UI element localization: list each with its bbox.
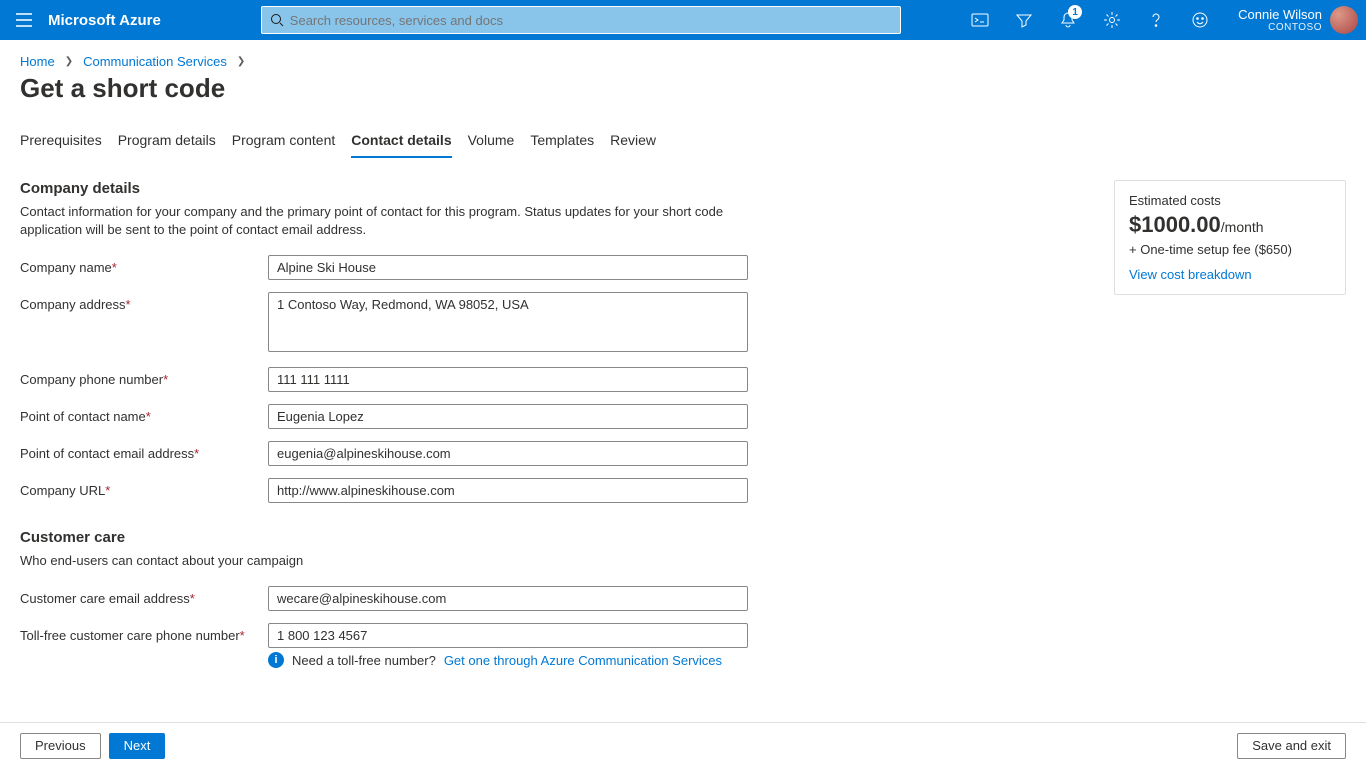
tab-prerequisites[interactable]: Prerequisites <box>20 122 102 158</box>
previous-button[interactable]: Previous <box>20 733 101 759</box>
notifications-button[interactable]: 1 <box>1046 0 1090 40</box>
care-phone-label: Toll-free customer care phone number* <box>20 623 268 643</box>
gear-icon <box>1103 11 1121 29</box>
tab-volume[interactable]: Volume <box>468 122 515 158</box>
company-name-input[interactable] <box>268 255 748 280</box>
breadcrumb-service[interactable]: Communication Services <box>83 54 227 69</box>
search-icon <box>270 13 284 27</box>
directory-filter-button[interactable] <box>1002 0 1046 40</box>
cloud-shell-icon <box>971 12 989 28</box>
avatar <box>1330 6 1358 34</box>
care-phone-input[interactable] <box>268 623 748 648</box>
hamburger-icon <box>16 13 32 27</box>
tab-review[interactable]: Review <box>610 122 656 158</box>
company-url-label: Company URL* <box>20 478 268 498</box>
company-name-label: Company name* <box>20 255 268 275</box>
cost-title: Estimated costs <box>1129 193 1331 208</box>
tab-templates[interactable]: Templates <box>530 122 594 158</box>
chevron-right-icon: ❯ <box>65 56 73 67</box>
tab-program-content[interactable]: Program content <box>232 122 336 158</box>
filter-icon <box>1015 12 1033 28</box>
company-phone-input[interactable] <box>268 367 748 392</box>
cost-amount: $1000.00/month <box>1129 212 1331 238</box>
company-address-label: Company address* <box>20 292 268 312</box>
top-bar: Microsoft Azure 1 Connie Wilson CONTOSO <box>0 0 1366 40</box>
cost-setup: + One-time setup fee ($650) <box>1129 242 1331 257</box>
notification-badge: 1 <box>1068 5 1082 19</box>
poc-email-label: Point of contact email address* <box>20 441 268 461</box>
help-button[interactable] <box>1134 0 1178 40</box>
company-phone-label: Company phone number* <box>20 367 268 387</box>
tab-contact-details[interactable]: Contact details <box>351 122 451 158</box>
feedback-button[interactable] <box>1178 0 1222 40</box>
account-button[interactable]: Connie Wilson CONTOSO <box>1222 6 1366 34</box>
save-exit-button[interactable]: Save and exit <box>1237 733 1346 759</box>
poc-name-label: Point of contact name* <box>20 404 268 424</box>
brand-label: Microsoft Azure <box>48 12 161 29</box>
menu-button[interactable] <box>8 0 40 40</box>
company-url-input[interactable] <box>268 478 748 503</box>
settings-button[interactable] <box>1090 0 1134 40</box>
care-email-label: Customer care email address* <box>20 586 268 606</box>
global-search[interactable] <box>261 6 901 34</box>
estimated-cost-card: Estimated costs $1000.00/month + One-tim… <box>1114 180 1346 295</box>
cloud-shell-button[interactable] <box>958 0 1002 40</box>
section-company-heading: Company details <box>20 180 780 197</box>
help-icon <box>1148 11 1164 29</box>
tollfree-info: i Need a toll-free number? Get one throu… <box>268 652 780 668</box>
user-name: Connie Wilson <box>1238 7 1322 22</box>
wizard-tabs: Prerequisites Program details Program co… <box>0 122 1366 158</box>
header-icons: 1 Connie Wilson CONTOSO <box>958 0 1366 40</box>
poc-email-input[interactable] <box>268 441 748 466</box>
section-care-heading: Customer care <box>20 529 780 546</box>
section-care-sub: Who end-users can contact about your cam… <box>20 552 740 570</box>
wizard-footer: Previous Next Save and exit <box>0 722 1366 768</box>
care-email-input[interactable] <box>268 586 748 611</box>
breadcrumb-home[interactable]: Home <box>20 54 55 69</box>
chevron-right-icon: ❯ <box>237 56 245 67</box>
poc-name-input[interactable] <box>268 404 748 429</box>
feedback-icon <box>1191 11 1209 29</box>
tab-program-details[interactable]: Program details <box>118 122 216 158</box>
company-address-input[interactable]: 1 Contoso Way, Redmond, WA 98052, USA <box>268 292 748 352</box>
page-title: Get a short code <box>0 69 1366 122</box>
search-input[interactable] <box>290 13 900 28</box>
user-directory: CONTOSO <box>1238 22 1322 33</box>
tollfree-info-text: Need a toll-free number? <box>292 653 436 668</box>
section-company-sub: Contact information for your company and… <box>20 203 740 239</box>
breadcrumb: Home ❯ Communication Services ❯ <box>0 40 1366 69</box>
next-button[interactable]: Next <box>109 733 166 759</box>
info-icon: i <box>268 652 284 668</box>
cost-breakdown-link[interactable]: View cost breakdown <box>1129 267 1252 282</box>
tollfree-info-link[interactable]: Get one through Azure Communication Serv… <box>444 653 722 668</box>
